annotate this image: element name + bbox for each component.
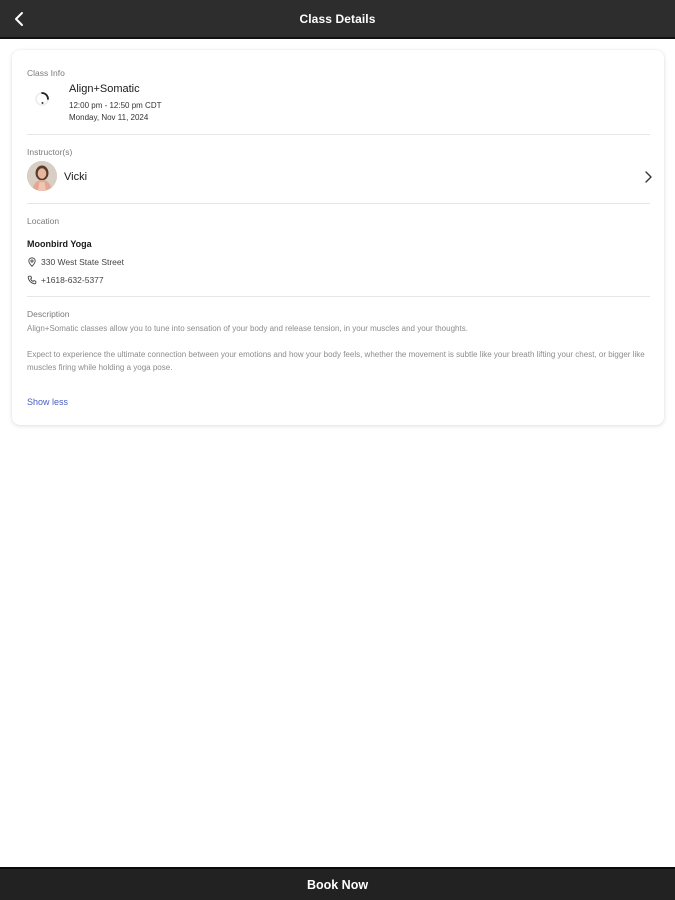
instructor-row[interactable]: Vicki xyxy=(22,158,654,196)
map-pin-icon xyxy=(28,257,36,267)
chevron-right-icon xyxy=(645,171,652,183)
description-paragraph: Expect to experience the ultimate connec… xyxy=(27,350,645,372)
back-button[interactable] xyxy=(6,6,32,32)
show-less-link[interactable]: Show less xyxy=(27,397,68,407)
class-time: 12:00 pm - 12:50 pm CDT xyxy=(69,101,162,110)
location-label: Location xyxy=(27,216,60,226)
phone-text: +1618-632-5377 xyxy=(41,275,104,285)
chevron-left-icon xyxy=(15,12,23,26)
instructor-name: Vicki xyxy=(64,171,88,183)
description-paragraph: Align+Somatic classes allow you to tune … xyxy=(27,324,468,333)
class-date: Monday, Nov 11, 2024 xyxy=(69,113,149,122)
class-name: Align+Somatic xyxy=(69,83,140,95)
class-details-card: Class Info Align+Somatic 12:00 pm - 12:5… xyxy=(12,50,664,425)
book-now-button[interactable]: Book Now xyxy=(0,867,675,900)
class-info-label: Class Info xyxy=(27,68,65,78)
location-phone[interactable]: +1618-632-5377 xyxy=(27,275,104,285)
loading-spinner-icon xyxy=(35,92,49,106)
phone-icon xyxy=(27,275,37,285)
divider xyxy=(27,296,650,297)
description-label: Description xyxy=(27,309,70,319)
instructor-avatar xyxy=(27,161,57,191)
app-header: Class Details xyxy=(0,0,675,39)
book-now-label: Book Now xyxy=(306,877,369,892)
page-title: Class Details xyxy=(299,11,376,26)
address-text: 330 West State Street xyxy=(41,257,124,267)
location-name: Moonbird Yoga xyxy=(27,239,92,249)
divider xyxy=(27,203,650,204)
location-address[interactable]: 330 West State Street xyxy=(27,257,124,267)
instructors-label: Instructor(s) xyxy=(27,147,73,157)
divider xyxy=(27,134,650,135)
